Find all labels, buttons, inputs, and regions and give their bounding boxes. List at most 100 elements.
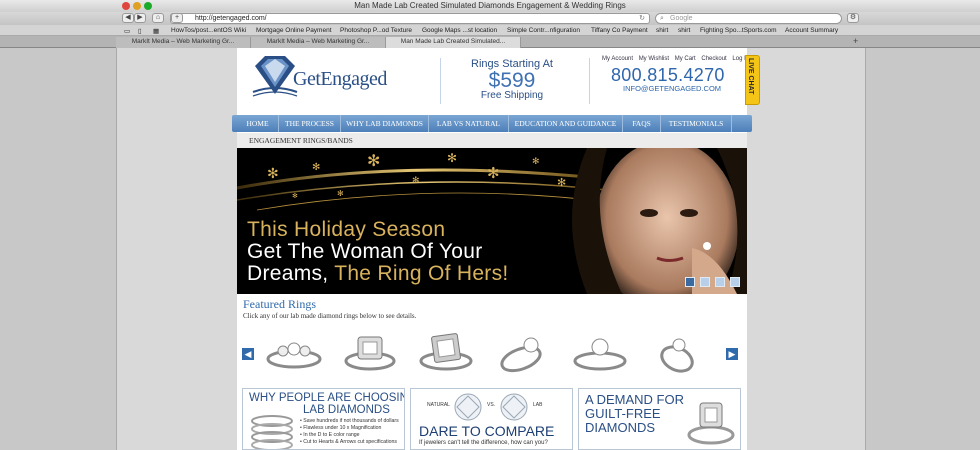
nav-lab-vs-natural[interactable]: LAB VS NATURAL [429, 115, 509, 132]
reload-icon[interactable]: ↻ [639, 14, 645, 23]
bullet-item: In the D to E color range [300, 432, 399, 439]
reading-list-icon[interactable]: ▭ [124, 27, 130, 35]
nav-education[interactable]: EDUCATION AND GUIDANCE [509, 115, 623, 132]
ring-stack-image [251, 415, 293, 449]
nav-testimonials[interactable]: TESTIMONIALS [661, 115, 732, 132]
solitaire-ring-icon[interactable] [495, 333, 553, 373]
browser-toolbar: ◀ ▶ ⌂ + http://getengaged.com/ ↻ ⌕ Googl… [0, 12, 980, 25]
bookmark-item[interactable]: Fighting Spo...tSports.com [700, 27, 777, 34]
checkout-link[interactable]: Checkout [701, 56, 726, 62]
zoom-window-button[interactable] [144, 2, 152, 10]
bookmark-item[interactable]: Google Maps ...st location [422, 27, 497, 34]
address-bar[interactable]: http://getengaged.com/ ↻ [170, 13, 650, 24]
nav-why-lab-diamonds[interactable]: WHY LAB DIAMONDS [341, 115, 429, 132]
bullet-item: Flawless under 10 x Magnification [300, 425, 399, 432]
bullet-item: Save hundreds if not thousands of dollar… [300, 418, 398, 425]
account-links: My Account My Wishlist My Cart Checkout … [602, 56, 753, 62]
slide-dot[interactable] [715, 277, 725, 287]
bookmark-item[interactable]: shirt [656, 27, 668, 34]
pave-solitaire-ring-icon[interactable] [571, 333, 629, 373]
hero-line-2: Get The Woman Of Your [247, 240, 483, 263]
why-panel-line-1: WHY PEOPLE ARE CHOOSING [249, 392, 405, 404]
nav-home[interactable]: HOME [237, 115, 279, 132]
svg-text:✻: ✻ [447, 151, 457, 165]
natural-diamond-image [454, 393, 482, 421]
svg-text:✻: ✻ [532, 156, 540, 166]
svg-text:✻: ✻ [337, 189, 344, 198]
page-viewport: GetEngaged Rings Starting At $599 Free S… [116, 48, 866, 450]
window-titlebar: Man Made Lab Created Simulated Diamonds … [0, 0, 980, 12]
nav-faqs[interactable]: FAQS [623, 115, 661, 132]
my-wishlist-link[interactable]: My Wishlist [639, 56, 669, 62]
carousel-prev-arrow-icon[interactable]: ◀ [242, 348, 254, 360]
my-account-link[interactable]: My Account [602, 56, 633, 62]
slide-dot[interactable] [730, 277, 740, 287]
browser-tab[interactable]: MarkIt Media – Web Marketing Gr... [251, 37, 386, 48]
tab-bar: MarkIt Media – Web Marketing Gr... MarkI… [0, 36, 980, 48]
phone-number[interactable]: 800.815.4270 [611, 65, 725, 86]
url-text: http://getengaged.com/ [195, 15, 267, 22]
bookmark-item[interactable]: Simple Contr...nfiguration [507, 27, 580, 34]
bookmark-item[interactable]: HowTos/post...entOS Wiki [171, 27, 246, 34]
svg-text:✻: ✻ [312, 162, 320, 173]
minimize-window-button[interactable] [133, 2, 141, 10]
natural-label: NATURAL [427, 402, 450, 408]
main-nav: HOME THE PROCESS WHY LAB DIAMONDS LAB VS… [232, 115, 752, 132]
slide-dot[interactable] [685, 277, 695, 287]
bullet-item: Cut to Hearts & Arrows cut specification… [300, 439, 399, 446]
hero-line-3b: The Ring Of Hers! [334, 262, 509, 285]
dare-to-compare-panel[interactable]: NATURAL VS. LAB DARE TO COMPARE If jewel… [410, 388, 573, 450]
live-chat-button[interactable]: LIVE CHAT [745, 55, 760, 105]
bookmarks-icon[interactable]: ▯ [138, 27, 142, 35]
lab-label: LAB [533, 402, 543, 408]
demand-line-2: GUILT-FREE [585, 406, 661, 421]
browser-tab[interactable]: MarkIt Media – Web Marketing Gr... [116, 37, 251, 48]
live-chat-label: LIVE CHAT [747, 58, 754, 95]
diamond-logo-icon[interactable] [251, 54, 299, 98]
add-bookmark-button[interactable]: + [171, 13, 183, 23]
compare-text: If jewelers can't tell the difference, h… [419, 440, 548, 446]
bookmark-item[interactable]: Photoshop P...od Texture [340, 27, 412, 34]
nav-the-process[interactable]: THE PROCESS [279, 115, 341, 132]
back-button[interactable]: ◀ [122, 13, 134, 23]
new-tab-button[interactable]: + [853, 36, 858, 46]
princess-cut-ring-icon[interactable] [417, 333, 475, 373]
guilt-free-panel[interactable]: A DEMAND FOR GUILT-FREE DIAMONDS [578, 388, 741, 450]
three-stone-ring-icon[interactable] [265, 333, 323, 373]
why-panel-line-2: LAB DIAMONDS [303, 404, 390, 416]
carousel-next-arrow-icon[interactable]: ▶ [726, 348, 738, 360]
twist-solitaire-ring-icon[interactable] [649, 333, 707, 373]
header-divider [589, 58, 590, 104]
demand-line-3: DIAMONDS [585, 420, 656, 435]
search-icon: ⌕ [660, 15, 664, 22]
my-cart-link[interactable]: My Cart [675, 56, 696, 62]
settings-gear-icon[interactable]: ⚙ [847, 13, 859, 23]
featured-subtitle: Click any of our lab made diamond rings … [243, 312, 417, 320]
hero-line-3a: Dreams, [247, 262, 335, 285]
email-address[interactable]: INFO@GETENGAGED.COM [623, 84, 721, 93]
search-field[interactable]: ⌕ Google [655, 13, 842, 24]
svg-text:✻: ✻ [487, 165, 500, 182]
why-lab-diamonds-panel[interactable]: WHY PEOPLE ARE CHOOSING LAB DIAMONDS Sav… [242, 388, 405, 450]
subnav-engagement-rings[interactable]: ENGAGEMENT RINGS/BANDS [237, 133, 747, 148]
bookmark-item[interactable]: shirt [678, 27, 690, 34]
bookmark-item[interactable]: Mortgage Online Payment [256, 27, 332, 34]
promo-line-3: Free Shipping [480, 90, 544, 101]
slide-dot[interactable] [700, 277, 710, 287]
demand-line-1: A DEMAND FOR [585, 392, 684, 407]
home-icon[interactable]: ⌂ [152, 13, 164, 23]
svg-text:✻: ✻ [557, 177, 566, 189]
site-logo-text[interactable]: GetEngaged [293, 68, 387, 91]
window-title: Man Made Lab Created Simulated Diamonds … [354, 1, 626, 10]
website: GetEngaged Rings Starting At $599 Free S… [232, 48, 760, 450]
browser-tab-active[interactable]: Man Made Lab Created Simulated... [386, 37, 521, 48]
vs-label: VS. [487, 402, 496, 408]
hero-banner[interactable]: ✻ ✻ ✻ ✻ ✻ ✻ ✻ ✻ ✻ ✻ This Holiday Season … [237, 148, 747, 294]
close-window-button[interactable] [122, 2, 130, 10]
svg-text:✻: ✻ [267, 165, 279, 181]
emerald-cut-ring-icon[interactable] [341, 333, 399, 373]
bookmark-item[interactable]: Account Summary [785, 27, 838, 34]
top-sites-icon[interactable]: ▦ [153, 27, 159, 35]
forward-button[interactable]: ▶ [134, 13, 146, 23]
bookmark-item[interactable]: Tiffany Co Payment [591, 27, 648, 34]
